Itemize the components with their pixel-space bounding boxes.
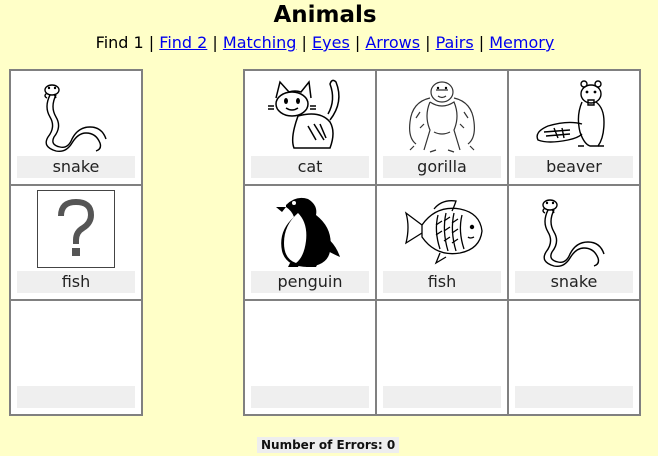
nav-link-eyes[interactable]: Eyes	[312, 33, 350, 52]
cell-label: gorilla	[383, 156, 501, 178]
target-cell-snake[interactable]: snake	[11, 71, 141, 184]
choice-cell-penguin[interactable]: penguin	[245, 186, 375, 299]
cell-label: penguin	[251, 271, 369, 293]
gorilla-icon	[409, 81, 475, 153]
nav-link-matching[interactable]: Matching	[223, 33, 297, 52]
nav-link-pairs[interactable]: Pairs	[436, 33, 474, 52]
nav-link-find-2[interactable]: Find 2	[159, 33, 207, 52]
snake-icon	[44, 84, 107, 153]
fish-icon	[404, 200, 483, 265]
target-column: snake fish	[9, 69, 143, 416]
choice-cell-beaver[interactable]: beaver	[509, 71, 639, 184]
page-title: Animals	[273, 2, 377, 28]
choice-cell-snake[interactable]: snake	[509, 186, 639, 299]
choice-cell-empty[interactable]	[377, 301, 507, 414]
cell-label	[515, 386, 633, 408]
nav-link-arrows[interactable]: Arrows	[365, 33, 420, 52]
cell-label	[383, 386, 501, 408]
snake-icon	[542, 199, 605, 268]
target-cell-fish[interactable]: fish	[11, 186, 141, 299]
question-mark-icon	[58, 198, 95, 256]
penguin-icon	[276, 197, 340, 267]
cell-label: snake	[515, 271, 633, 293]
cell-label: fish	[17, 271, 135, 293]
error-counter: Number of Errors: 0	[257, 437, 400, 453]
choice-cell-fish[interactable]: fish	[377, 186, 507, 299]
cell-label: beaver	[515, 156, 633, 178]
nav-link-memory[interactable]: Memory	[489, 33, 554, 52]
nav-current: Find 1	[95, 33, 144, 52]
choice-cell-empty[interactable]	[245, 301, 375, 414]
choice-cell-empty[interactable]	[509, 301, 639, 414]
cat-icon	[268, 79, 340, 149]
cell-label: fish	[383, 271, 501, 293]
choice-grid: cat gorilla beaver penguin fish snake	[243, 69, 641, 416]
choice-cell-cat[interactable]: cat	[245, 71, 375, 184]
game-nav: Find 1 | Find 2 | Matching | Eyes | Arro…	[95, 33, 555, 52]
cell-label	[251, 386, 369, 408]
choice-cell-gorilla[interactable]: gorilla	[377, 71, 507, 184]
beaver-icon	[536, 80, 605, 147]
cell-label: cat	[251, 156, 369, 178]
cell-label	[17, 386, 135, 408]
cell-label: snake	[17, 156, 135, 178]
target-cell-empty[interactable]	[11, 301, 141, 414]
